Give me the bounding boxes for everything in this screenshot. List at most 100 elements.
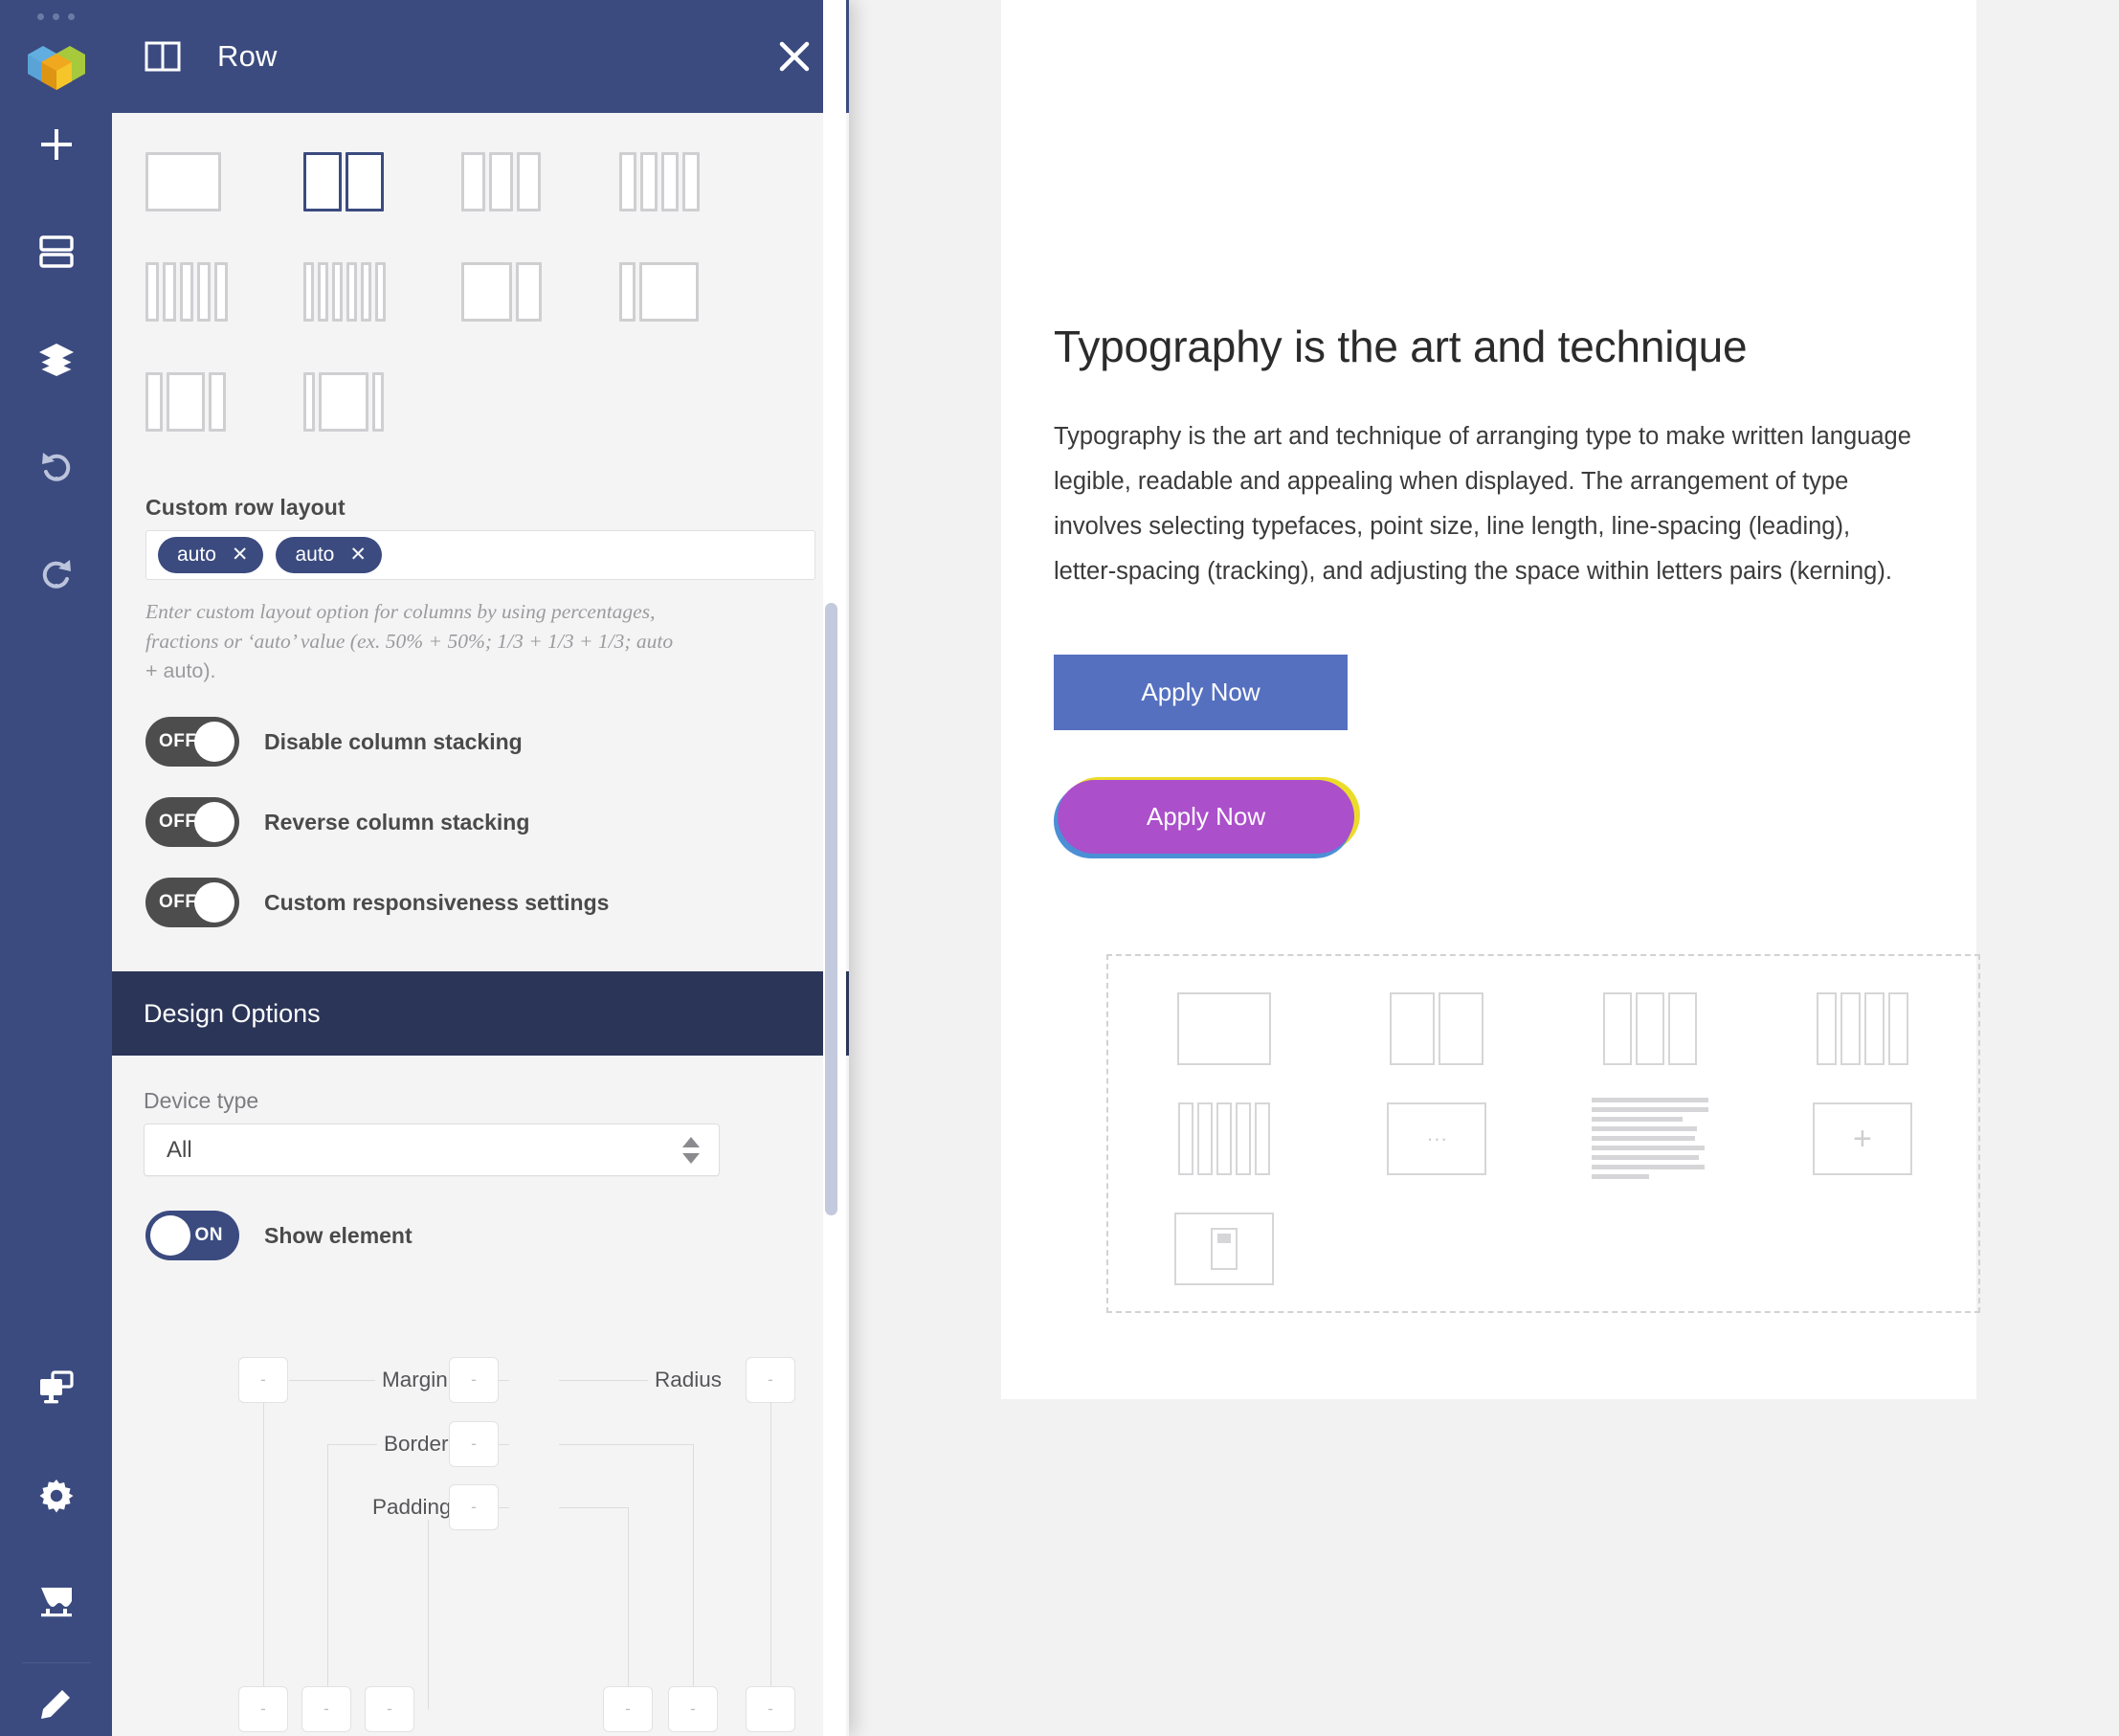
toggle-knob <box>194 802 234 842</box>
element-dropzone[interactable]: ··· + <box>1106 954 1980 1313</box>
border-right-input[interactable]: - <box>668 1686 718 1732</box>
layout-option-2-col-wide-left[interactable] <box>461 254 619 364</box>
device-type-label: Device type <box>144 1088 259 1113</box>
settings-gear-icon <box>37 1477 76 1515</box>
layout-preset-row <box>145 364 801 474</box>
layout-option-1-col[interactable] <box>145 144 303 254</box>
apply-now-primary-button[interactable]: Apply Now <box>1054 655 1348 730</box>
left-icon-rail <box>0 0 112 1736</box>
toggle-label: Disable column stacking <box>264 728 523 754</box>
border-label: Border <box>377 1432 456 1457</box>
border-top-input[interactable]: - <box>449 1421 499 1467</box>
padding-right-input[interactable]: - <box>603 1686 653 1732</box>
toggle-knob <box>194 882 234 923</box>
page-paragraph: Typography is the art and technique of a… <box>1054 423 1911 585</box>
apply-now-fancy-button[interactable]: Apply Now <box>1058 780 1354 854</box>
connector <box>263 1403 264 1709</box>
panel-scrollbar-thumb[interactable] <box>825 603 837 1215</box>
dz-text-block[interactable] <box>1591 1098 1708 1179</box>
sidebar-item-theme-builder[interactable] <box>0 1549 112 1657</box>
hint-line: + auto). <box>145 659 216 682</box>
layout-preset-row <box>145 144 801 254</box>
row-layout-presets <box>112 109 801 474</box>
edit-pencil-icon <box>37 1686 76 1719</box>
disable-column-stacking-toggle[interactable]: OFF <box>145 717 239 767</box>
margin-right-input[interactable]: - <box>746 1686 795 1732</box>
radius-input[interactable]: - <box>746 1357 795 1403</box>
layout-token[interactable]: auto ✕ <box>276 537 382 573</box>
sidebar-item-templates[interactable] <box>0 198 112 305</box>
rail-divider <box>21 1662 91 1663</box>
connector <box>289 1380 375 1381</box>
text-lines-icon <box>1591 1098 1708 1179</box>
close-icon[interactable] <box>772 34 816 78</box>
dz-two-columns[interactable] <box>1390 991 1484 1065</box>
dz-five-columns[interactable] <box>1178 1102 1271 1175</box>
layout-option-3-col-wider-center[interactable] <box>303 364 461 474</box>
show-element-toggle[interactable]: ON <box>145 1211 239 1260</box>
sidebar-item-undo[interactable] <box>0 412 112 520</box>
connector <box>428 1507 429 1709</box>
padding-bottom-input[interactable]: - <box>365 1686 414 1732</box>
sidebar-item-layers[interactable] <box>0 305 112 412</box>
apply-now-fancy-button-wrap: Apply Now <box>1054 777 1360 858</box>
toggle-label: Show element <box>264 1222 413 1248</box>
sidebar-item-add-element[interactable] <box>0 91 112 198</box>
device-type-value: All <box>167 1136 192 1163</box>
custom-row-layout-input[interactable]: auto ✕ auto ✕ <box>145 530 815 580</box>
panel-header: Row <box>112 0 849 113</box>
layout-option-3-col[interactable] <box>461 144 619 254</box>
custom-responsiveness-toggle[interactable]: OFF <box>145 878 239 927</box>
sidebar-item-responsive-view[interactable] <box>0 1335 112 1442</box>
design-options-title: Design Options <box>144 998 321 1028</box>
margin-top-input[interactable]: - <box>449 1357 499 1403</box>
dz-add-element[interactable]: + <box>1812 1102 1912 1175</box>
toggle-knob <box>194 722 234 762</box>
layout-option-2-col-wide-right[interactable] <box>619 254 777 364</box>
connector <box>628 1507 629 1709</box>
margin-left-input[interactable]: - <box>238 1357 288 1403</box>
layers-icon <box>37 340 76 378</box>
dz-three-columns[interactable] <box>1602 991 1697 1065</box>
visual-composer-logo[interactable] <box>24 33 89 91</box>
dot <box>68 13 75 20</box>
dot <box>37 13 44 20</box>
dz-more-options[interactable]: ··· <box>1387 1102 1487 1175</box>
layout-token[interactable]: auto ✕ <box>158 537 264 573</box>
dz-single-column[interactable] <box>1177 991 1272 1065</box>
remove-token-icon[interactable]: ✕ <box>232 545 249 565</box>
margin-label: Margin <box>375 1368 455 1392</box>
layout-preset-row <box>145 254 801 364</box>
connector <box>559 1444 693 1445</box>
design-options-section-header[interactable]: Design Options <box>112 971 849 1056</box>
layout-option-5-col[interactable] <box>145 254 303 364</box>
sidebar-item-edit[interactable] <box>0 1669 112 1736</box>
layout-option-2-col[interactable] <box>303 144 461 254</box>
element-settings-panel: Row Custom row layout auto ✕ auto ✕ Ente… <box>112 0 849 1736</box>
templates-icon <box>38 234 75 270</box>
stepper-arrows-icon[interactable] <box>680 1136 702 1165</box>
padding-top-input[interactable]: - <box>449 1484 499 1530</box>
layout-option-6-col[interactable] <box>303 254 461 364</box>
custom-row-layout-hint: Enter custom layout option for columns b… <box>145 597 806 686</box>
margin-bottom-input[interactable]: - <box>238 1686 288 1732</box>
app-root: Row Custom row layout auto ✕ auto ✕ Ente… <box>0 0 2119 1736</box>
sidebar-item-settings[interactable] <box>0 1442 112 1549</box>
remove-token-icon[interactable]: ✕ <box>349 545 367 565</box>
reverse-column-stacking-toggle[interactable]: OFF <box>145 797 239 847</box>
reverse-column-stacking-row: OFF Reverse column stacking <box>145 797 849 847</box>
dz-image-block[interactable] <box>1174 1212 1275 1285</box>
radius-label: Radius <box>648 1368 729 1392</box>
device-type-select[interactable]: All <box>144 1124 720 1176</box>
panel-body: Custom row layout auto ✕ auto ✕ Enter cu… <box>112 108 849 1736</box>
ellipsis-icon: ··· <box>1426 1125 1448 1150</box>
drag-handle-dots[interactable] <box>37 13 75 20</box>
layout-option-3-col-wide-center[interactable] <box>145 364 303 474</box>
layout-option-4-col[interactable] <box>619 144 777 254</box>
page-preview: Typography is the art and technique Typo… <box>1001 0 1980 1399</box>
sidebar-item-redo[interactable] <box>0 520 112 627</box>
add-element-icon <box>37 125 76 164</box>
border-bottom-input[interactable]: - <box>301 1686 351 1732</box>
dz-four-columns[interactable] <box>1816 991 1908 1065</box>
dot <box>53 13 59 20</box>
